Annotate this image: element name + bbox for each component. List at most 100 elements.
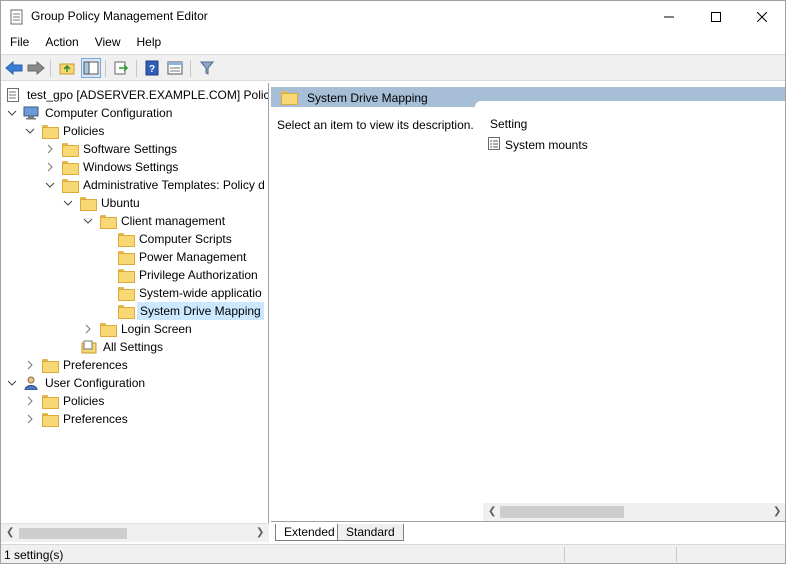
tree-node-label: All Settings [103,340,164,354]
folder-icon [41,358,59,373]
chevron-down-icon[interactable] [61,196,75,210]
tree-node-label: Login Screen [121,322,192,336]
tree-node[interactable]: Software Settings [43,140,179,158]
tree-horizontal-scrollbar[interactable]: ❮ ❯ [1,523,269,542]
chevron-down-icon[interactable] [43,178,57,192]
tree-node[interactable]: Preferences [23,356,130,374]
scroll-right-arrow-icon[interactable]: ❯ [256,527,264,538]
tree-node[interactable]: Computer Scripts [99,230,234,248]
chevron-right-icon[interactable] [23,358,37,372]
scroll-left-arrow-icon[interactable]: ❮ [6,527,14,538]
tree-node[interactable]: Policies [23,392,106,410]
show-hide-tree-icon[interactable] [81,58,101,78]
minimize-button[interactable] [646,1,692,32]
tree-node-label: User Configuration [45,376,146,390]
details-header-title: System Drive Mapping [307,91,428,105]
folder-icon [41,394,59,409]
folder-icon [61,160,79,175]
tree-node-label: Ubuntu [101,196,140,210]
column-header-setting[interactable]: Setting [490,117,527,131]
tree-node[interactable]: Client management [81,212,227,230]
folder-icon [117,268,135,283]
filter-icon[interactable] [197,58,217,78]
gpo-editor-app-icon [10,9,24,25]
tree-node[interactable]: Policies [23,122,106,140]
tab-standard[interactable]: Standard [337,524,404,541]
description-text: Select an item to view its description. [277,118,474,132]
tree-scroll-thumb[interactable] [19,528,127,539]
forward-icon[interactable] [26,58,46,78]
folder-icon [41,412,59,427]
toolbar: ? [1,54,785,81]
back-icon[interactable] [4,58,24,78]
user-icon [23,376,39,390]
setting-row[interactable]: System mounts [488,137,588,153]
tree-node-label: Privilege Authorization [139,268,258,282]
setting-icon [488,137,500,153]
policy-icon [5,88,21,102]
chevron-right-icon[interactable] [23,412,37,426]
tree-node[interactable]: Preferences [23,410,130,428]
svg-text:?: ? [149,64,155,75]
scroll-right-arrow-icon[interactable]: ❯ [773,506,781,517]
tree-node-label: test_gpo [ADSERVER.EXAMPLE.COM] Policy [27,88,269,102]
chevron-down-icon[interactable] [5,376,19,390]
computer-icon [23,106,39,120]
tree-node-label: System Drive Mapping [137,302,264,320]
tree-node[interactable]: Windows Settings [43,158,180,176]
tree-node-label: Preferences [63,412,128,426]
export-list-icon[interactable] [111,58,131,78]
tree-node[interactable]: User Configuration [5,374,147,392]
menu-view[interactable]: View [86,32,128,53]
chevron-right-icon[interactable] [81,322,95,336]
window-title: Group Policy Management Editor [31,9,208,23]
close-button[interactable] [739,1,785,32]
menu-help[interactable]: Help [128,32,169,53]
folder-icon [79,196,97,211]
details-scroll-thumb[interactable] [500,506,624,518]
tree-node-label: Software Settings [83,142,178,156]
menu-action[interactable]: Action [36,32,85,53]
tree-node[interactable]: Computer Configuration [5,104,174,122]
folder-icon [117,250,135,265]
tree-node-label: Administrative Templates: Policy d [83,178,265,192]
help-icon[interactable]: ? [142,58,162,78]
folder-icon [117,304,135,319]
chevron-down-icon[interactable] [81,214,95,228]
status-text: 1 setting(s) [4,548,64,562]
view-tabs: Extended Standard [271,521,785,542]
menu-file[interactable]: File [1,32,36,53]
title-bar: Group Policy Management Editor [1,1,785,32]
tree-node-label: Windows Settings [83,160,179,174]
tree-node[interactable]: Administrative Templates: Policy d [43,176,267,194]
folder-icon [99,214,117,229]
tree-node[interactable]: All Settings [63,338,165,356]
menu-bar: File Action View Help [1,32,785,53]
up-folder-icon[interactable] [57,58,77,78]
tree-node-label: Computer Scripts [139,232,232,246]
chevron-right-icon[interactable] [23,394,37,408]
tab-extended[interactable]: Extended [275,524,343,541]
chevron-down-icon[interactable] [23,124,37,138]
tree-node[interactable]: Power Management [99,248,248,266]
chevron-right-icon[interactable] [43,142,57,156]
folder-icon [61,178,79,193]
tree-node[interactable]: Login Screen [81,320,194,338]
all-settings-icon [81,340,97,354]
chevron-down-icon[interactable] [5,106,19,120]
tree-node[interactable]: System Drive Mapping [99,302,264,320]
properties-view-icon[interactable] [165,58,185,78]
scroll-left-arrow-icon[interactable]: ❮ [488,506,496,517]
maximize-button[interactable] [693,1,739,32]
chevron-right-icon[interactable] [43,160,57,174]
tree-node-label: Policies [63,124,105,138]
tree-node[interactable]: Privilege Authorization [99,266,260,284]
tree-node-label: Preferences [63,358,128,372]
tree-node[interactable]: System-wide applicatio [99,284,264,302]
tree-node[interactable]: test_gpo [ADSERVER.EXAMPLE.COM] Policy [5,86,269,104]
details-horizontal-scrollbar[interactable]: ❮ ❯ [483,503,785,521]
tree-node[interactable]: Ubuntu [61,194,142,212]
